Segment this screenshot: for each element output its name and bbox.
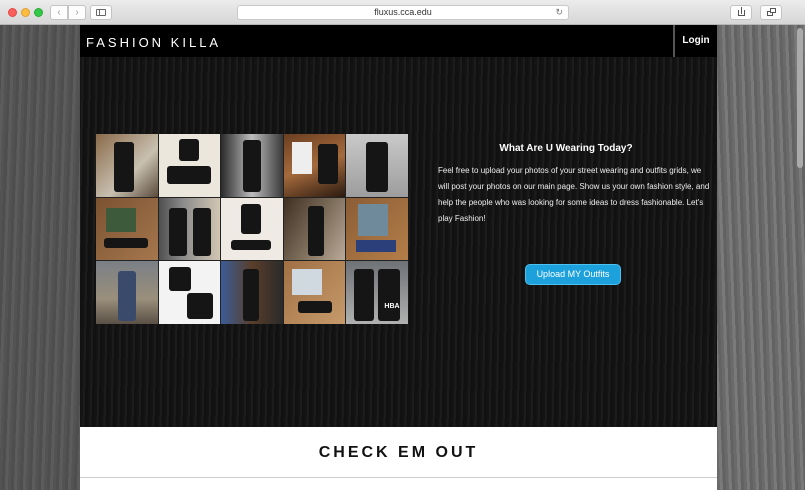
intro-description: Feel free to upload your photos of your … [438, 166, 710, 223]
intro-title: What Are U Wearing Today? [499, 143, 633, 154]
outfit-photo [283, 261, 346, 324]
outfit-photo [346, 197, 408, 261]
outfit-photo [158, 134, 221, 197]
outfit-photo [221, 134, 283, 197]
page-background-right [717, 25, 805, 490]
outfit-photo [96, 261, 158, 324]
section-divider [80, 477, 717, 478]
outfit-collage: HBA [96, 134, 408, 324]
minimize-window-button[interactable] [21, 8, 30, 17]
share-button[interactable] [730, 5, 752, 20]
browser-toolbar: ‹ › fluxus.cca.edu ↻ [0, 0, 805, 25]
outfit-photo [221, 197, 283, 261]
outfit-photo [96, 134, 158, 197]
section-heading: CHECK EM OUT [318, 444, 479, 461]
outfit-photo [283, 134, 346, 197]
hero-section: HBA What Are U Wearing Today? Feel free … [80, 57, 717, 427]
back-button[interactable]: ‹ [50, 5, 68, 20]
sidebar-toggle-button[interactable] [90, 5, 112, 20]
login-link[interactable]: Login [673, 25, 717, 57]
url-text: fluxus.cca.edu [374, 7, 432, 17]
upload-outfits-button[interactable]: Upload MY Outfits [525, 264, 621, 285]
reload-icon[interactable]: ↻ [555, 6, 563, 19]
page-background-left [0, 25, 80, 490]
outfit-photo [221, 261, 283, 324]
forward-button[interactable]: › [68, 5, 86, 20]
check-em-out-section: CHECK EM OUT [80, 427, 717, 490]
outfit-photo [96, 197, 158, 261]
site-header: FASHION KILLA Login [80, 25, 717, 57]
close-window-button[interactable] [8, 8, 17, 17]
outfit-photo [158, 197, 221, 261]
scrollbar[interactable] [797, 28, 803, 168]
outfit-photo: HBA [346, 261, 408, 324]
sidebar-icon [96, 9, 106, 16]
outfit-photo [346, 134, 408, 197]
collage-tag: HBA [384, 303, 400, 311]
site-brand[interactable]: FASHION KILLA [86, 35, 221, 50]
outfit-photo [283, 197, 346, 261]
zoom-window-button[interactable] [34, 8, 43, 17]
address-bar[interactable]: fluxus.cca.edu ↻ [237, 5, 569, 20]
outfit-photo [158, 261, 221, 324]
show-tabs-button[interactable] [760, 5, 782, 20]
